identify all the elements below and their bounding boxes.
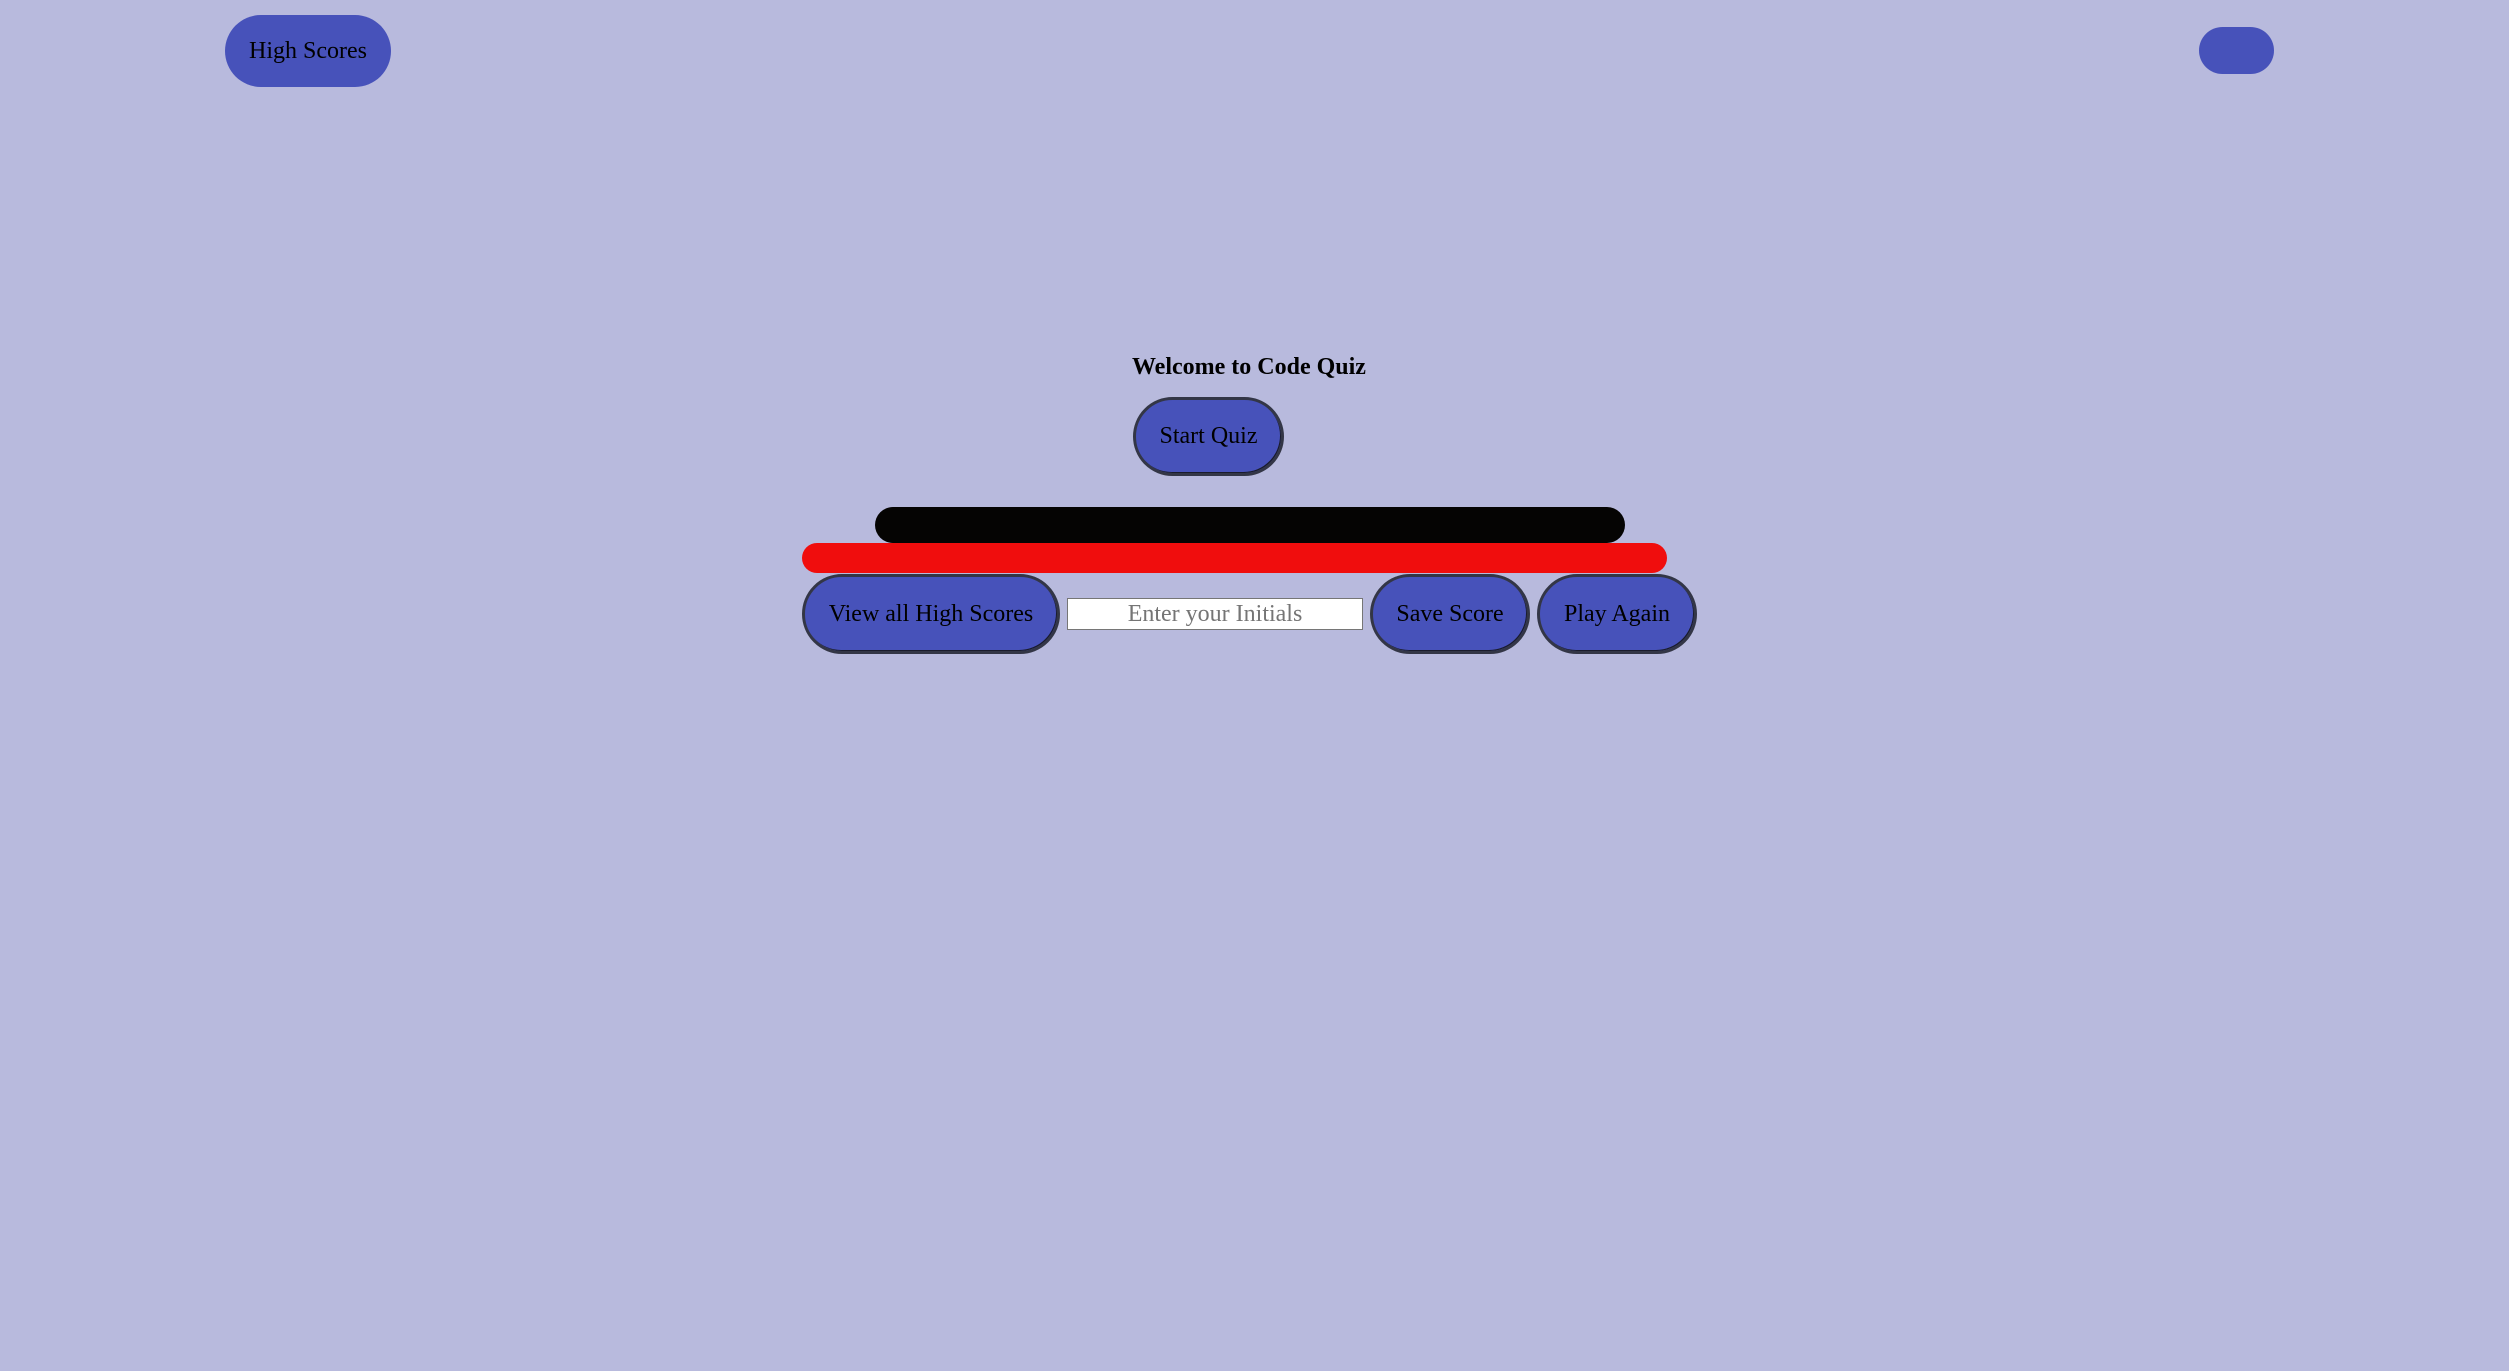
view-all-high-scores-button[interactable]: View all High Scores (802, 574, 1060, 654)
question-bar (875, 507, 1625, 543)
initials-input[interactable] (1067, 598, 1363, 630)
high-scores-button[interactable]: High Scores (225, 15, 391, 87)
start-quiz-button[interactable]: Start Quiz (1133, 397, 1284, 476)
play-again-button[interactable]: Play Again (1537, 574, 1697, 654)
page-title: Welcome to Code Quiz (1132, 354, 1366, 380)
quiz-page: High Scores Welcome to Code Quiz Start Q… (0, 0, 2509, 1371)
feedback-bar (802, 543, 1667, 573)
save-score-button[interactable]: Save Score (1370, 574, 1530, 654)
timer-display (2199, 27, 2274, 74)
